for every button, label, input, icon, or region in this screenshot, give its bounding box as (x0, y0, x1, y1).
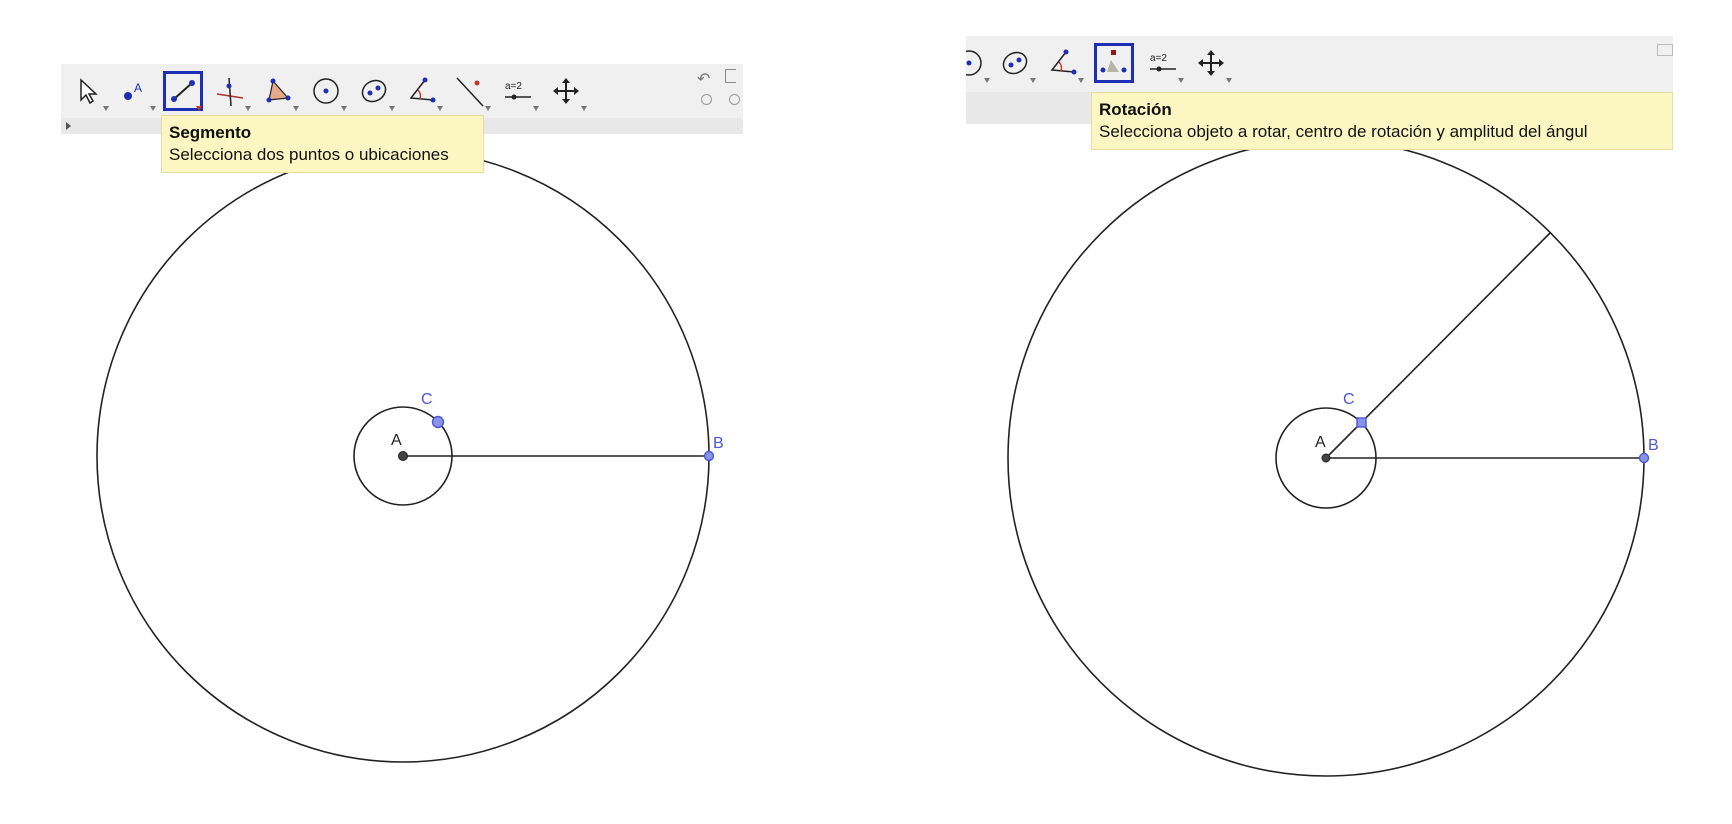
angle-tool[interactable] (405, 74, 439, 108)
expand-triangle-icon[interactable] (66, 122, 71, 130)
ellipse-tool[interactable] (998, 46, 1032, 80)
tooltip-description: Selecciona objeto a rotar, centro de rot… (1099, 122, 1588, 141)
point-icon: A (124, 81, 142, 100)
ellipse-icon (361, 79, 387, 103)
slider-tool[interactable]: a=2 (1146, 46, 1180, 80)
svg-text:a=2: a=2 (1150, 53, 1167, 64)
help-icon[interactable] (701, 94, 712, 105)
point-a[interactable] (1321, 453, 1331, 463)
angle-icon (409, 77, 436, 103)
point-a[interactable] (398, 451, 408, 461)
ellipse-icon (1002, 51, 1028, 75)
circle-center-icon (313, 78, 339, 104)
toolbar: a=2 (966, 36, 1673, 92)
rotate-tool[interactable] (1094, 43, 1134, 83)
circle-center-icon (966, 50, 982, 76)
point-tool[interactable]: A (118, 74, 152, 108)
move-arrows-icon (553, 78, 579, 104)
perpendicular-tool[interactable] (213, 74, 247, 108)
tooltip-title: Segmento (169, 123, 252, 142)
redo-button[interactable] (725, 69, 736, 83)
tool-tooltip: Segmento Selecciona dos puntos o ubicaci… (161, 115, 484, 173)
ellipse-tool[interactable] (357, 74, 391, 108)
point-b[interactable] (1638, 452, 1650, 464)
angle-icon (1050, 49, 1077, 75)
slider-tool[interactable]: a=2 (501, 74, 535, 108)
tooltip-title: Rotación (1099, 100, 1172, 119)
perpendicular-line-icon (216, 77, 244, 107)
circle-center-tool[interactable] (966, 46, 986, 80)
point-b[interactable] (703, 450, 715, 462)
tooltip-description: Selecciona dos puntos o ubicaciones (169, 145, 449, 164)
reflect-tool[interactable] (453, 74, 487, 108)
segment-icon (171, 80, 195, 102)
svg-text:A: A (134, 81, 142, 95)
tool-tooltip: Rotación Selecciona objeto a rotar, cent… (1091, 92, 1673, 150)
polygon-tool[interactable] (261, 74, 295, 108)
move-view-tool[interactable] (1194, 46, 1228, 80)
move-arrows-icon (1198, 50, 1224, 76)
point-c[interactable] (1356, 417, 1367, 428)
move-tool[interactable] (71, 74, 105, 108)
angle-tool[interactable] (1046, 46, 1080, 80)
label-a: A (1315, 434, 1326, 451)
settings-icon[interactable] (729, 94, 740, 105)
polygon-icon (266, 78, 291, 103)
svg-text:a=2: a=2 (505, 81, 522, 92)
undo-button[interactable]: ↶ (697, 69, 710, 89)
point-c[interactable] (431, 415, 445, 429)
slider-icon: a=2 (1150, 53, 1176, 72)
side-button[interactable] (1657, 44, 1673, 56)
slider-icon: a=2 (505, 81, 531, 100)
label-c: C (1343, 391, 1355, 408)
segment-tool[interactable] (163, 71, 203, 111)
right-screenshot-panel: A B C a=2 Rotación Selecciona objeto a r… (866, 0, 1732, 824)
move-view-tool[interactable] (549, 74, 583, 108)
label-b: B (713, 435, 724, 452)
rotate-around-point-icon (1100, 50, 1127, 73)
reflect-line-icon (456, 77, 484, 107)
toolbar: A a=2 ↶ (61, 64, 743, 118)
cursor-arrow-icon (80, 78, 98, 105)
circle-center-tool[interactable] (309, 74, 343, 108)
left-screenshot-panel: A B C A a=2 ↶ Segmento Selecciona dos pu… (0, 0, 866, 824)
label-c: C (421, 391, 433, 408)
label-a: A (391, 432, 402, 449)
label-b: B (1648, 437, 1659, 454)
